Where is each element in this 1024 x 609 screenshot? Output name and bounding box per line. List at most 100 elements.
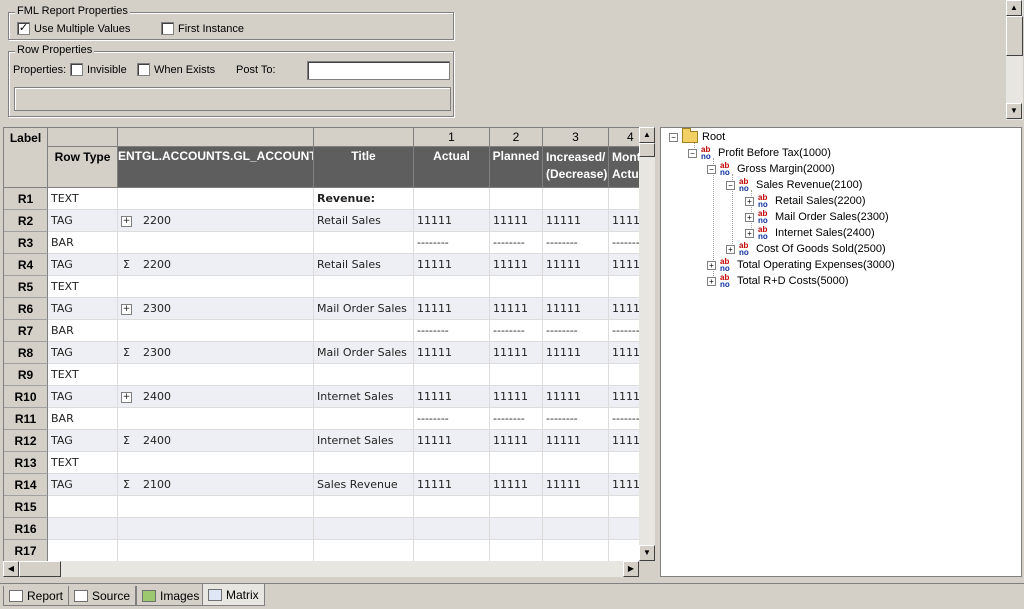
month-actual-header[interactable]: Month Actual <box>609 147 639 188</box>
account-cell[interactable]: +2200 <box>118 210 314 232</box>
value-cell[interactable] <box>414 540 490 561</box>
title-cell[interactable]: Retail Sales <box>314 254 414 276</box>
row-header[interactable]: R10 <box>4 386 48 408</box>
title-cell[interactable]: Internet Sales <box>314 430 414 452</box>
value-cell[interactable] <box>609 452 639 474</box>
row-type-cell[interactable] <box>48 496 118 518</box>
row-header[interactable]: R8 <box>4 342 48 364</box>
table-row[interactable]: TEXT Revenue: <box>48 188 639 210</box>
tab-report[interactable]: Report <box>3 586 70 606</box>
table-row[interactable]: TEXT <box>48 276 639 298</box>
value-cell[interactable]: 11111 <box>609 386 639 408</box>
grid-vertical-scrollbar[interactable]: ▲ ▼ <box>639 127 655 561</box>
value-cell[interactable]: 11111 <box>490 298 543 320</box>
value-cell[interactable] <box>609 188 639 210</box>
value-cell[interactable]: 11111 <box>543 210 609 232</box>
row-type-cell[interactable]: TEXT <box>48 452 118 474</box>
tab-source[interactable]: Source <box>68 586 137 606</box>
title-cell[interactable]: Mail Order Sales <box>314 298 414 320</box>
row-header[interactable]: R6 <box>4 298 48 320</box>
tree-node[interactable]: − ab no Gross Margin(2000) <box>707 161 835 177</box>
value-cell[interactable]: -------- <box>490 320 543 342</box>
tree-node[interactable]: − ab no Profit Before Tax(1000) <box>688 145 831 161</box>
row-header[interactable]: R11 <box>4 408 48 430</box>
col-number-3[interactable]: 3 <box>543 128 609 147</box>
collapse-icon[interactable]: − <box>707 164 716 174</box>
value-cell[interactable] <box>543 276 609 298</box>
value-cell[interactable] <box>490 518 543 540</box>
account-cell[interactable] <box>118 452 314 474</box>
row-header[interactable]: R3 <box>4 232 48 254</box>
table-row[interactable]: TAG Σ 2300 Mail Order Sales 11111 11111 11111 1… <box>48 342 639 364</box>
table-row[interactable]: TAG Σ 2400 Internet Sales 11111 11111 11111 111… <box>48 430 639 452</box>
value-cell[interactable]: 11111 <box>543 342 609 364</box>
value-cell[interactable]: 11111 <box>609 210 639 232</box>
account-cell[interactable] <box>118 276 314 298</box>
row-type-cell[interactable]: TEXT <box>48 276 118 298</box>
matrix-grid[interactable]: Label 1 2 3 4 Row Type ENTGL.ACCOUNTS.GL… <box>3 127 639 561</box>
when-exists-check[interactable] <box>137 63 150 76</box>
row-type-cell[interactable] <box>48 540 118 561</box>
row-header[interactable]: R1 <box>4 188 48 210</box>
value-cell[interactable] <box>543 540 609 561</box>
table-row[interactable]: TAG +2300 Mail Order Sales 11111 11111 11111 1… <box>48 298 639 320</box>
value-cell[interactable]: 11111 <box>490 210 543 232</box>
row-header[interactable]: R16 <box>4 518 48 540</box>
expand-icon[interactable]: + <box>121 215 132 227</box>
row-type-header[interactable]: Row Type <box>48 147 118 188</box>
row-header[interactable]: R13 <box>4 452 48 474</box>
expand-icon[interactable]: + <box>121 391 132 403</box>
title-cell[interactable] <box>314 232 414 254</box>
table-row[interactable]: BAR-------------------------------- <box>48 232 639 254</box>
collapse-icon[interactable]: − <box>726 180 735 190</box>
title-cell[interactable]: Internet Sales <box>314 386 414 408</box>
account-header[interactable]: ENTGL.ACCOUNTS.GL_ACCOUNT <box>118 147 314 188</box>
account-tree[interactable]: − Root − ab no Profit Before Tax(1000) − ab no Gr… <box>660 127 1022 577</box>
grid-vertical-thumb[interactable] <box>639 143 655 157</box>
title-cell[interactable] <box>314 452 414 474</box>
expand-icon[interactable]: + <box>745 196 754 206</box>
value-cell[interactable]: 11111 <box>609 430 639 452</box>
value-cell[interactable] <box>490 540 543 561</box>
value-cell[interactable]: 11111 <box>490 386 543 408</box>
row-type-cell[interactable]: TAG <box>48 474 118 496</box>
row-type-cell[interactable]: TAG <box>48 210 118 232</box>
row-header[interactable]: R4 <box>4 254 48 276</box>
expand-icon[interactable]: + <box>707 260 716 270</box>
account-cell[interactable] <box>118 188 314 210</box>
value-cell[interactable] <box>490 452 543 474</box>
increased-header[interactable]: Increased/ (Decrease) <box>543 147 609 188</box>
value-cell[interactable]: 11111 <box>609 254 639 276</box>
account-cell[interactable]: Σ 2200 <box>118 254 314 276</box>
scroll-up-icon[interactable]: ▲ <box>1006 0 1022 16</box>
value-cell[interactable] <box>414 452 490 474</box>
table-row[interactable] <box>48 540 639 561</box>
table-row[interactable]: BAR-------------------------------- <box>48 320 639 342</box>
row-header[interactable]: R15 <box>4 496 48 518</box>
row-header[interactable]: R12 <box>4 430 48 452</box>
value-cell[interactable]: 11111 <box>490 254 543 276</box>
tree-node[interactable]: + ab no Cost Of Goods Sold(2500) <box>726 241 886 257</box>
value-cell[interactable]: 11111 <box>543 386 609 408</box>
row-type-cell[interactable]: TAG <box>48 254 118 276</box>
value-cell[interactable]: -------- <box>543 408 609 430</box>
account-cell[interactable]: +2300 <box>118 298 314 320</box>
tree-node[interactable]: + ab no Retail Sales(2200) <box>745 193 866 209</box>
col-number-2[interactable]: 2 <box>490 128 543 147</box>
value-cell[interactable]: 11111 <box>490 430 543 452</box>
value-cell[interactable] <box>490 496 543 518</box>
value-cell[interactable] <box>414 188 490 210</box>
value-cell[interactable] <box>609 540 639 561</box>
value-cell[interactable]: 11111 <box>609 474 639 496</box>
row-type-cell[interactable]: TAG <box>48 298 118 320</box>
value-cell[interactable] <box>543 452 609 474</box>
row-type-cell[interactable]: TAG <box>48 386 118 408</box>
expand-icon[interactable]: + <box>726 244 735 254</box>
value-cell[interactable]: -------- <box>414 320 490 342</box>
account-cell[interactable] <box>118 408 314 430</box>
title-cell[interactable] <box>314 320 414 342</box>
value-cell[interactable]: -------- <box>543 232 609 254</box>
value-cell[interactable]: 11111 <box>414 474 490 496</box>
row-header[interactable]: R9 <box>4 364 48 386</box>
tab-images[interactable]: Images <box>136 586 206 606</box>
